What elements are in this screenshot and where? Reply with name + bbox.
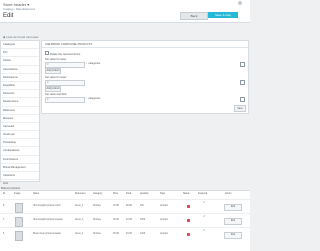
col-image: Image — [14, 193, 21, 195]
cell-final: 43.08 — [126, 233, 132, 235]
sidebar-item[interactable]: Brand Management — [1, 164, 39, 172]
cell-ref: demo_4 — [75, 233, 84, 235]
user-avatar-icon[interactable] — [238, 1, 242, 5]
cell-id: 5 — [3, 233, 5, 235]
panel-heading: ANE BRAND CARROUSEL PRODUCTS — [45, 43, 93, 46]
col-category[interactable]: Category — [93, 193, 102, 195]
col-action: Action — [225, 193, 232, 195]
sidebar-item[interactable]: Catalogue — [1, 41, 39, 50]
cell-price: 35.90 — [113, 233, 119, 235]
row-edit-button[interactable]: Edit — [224, 232, 242, 239]
sidebar-item[interactable]: Marques — [1, 115, 39, 123]
status-disabled-icon[interactable] — [187, 205, 190, 208]
col-reference[interactable]: Reference — [75, 193, 86, 195]
col-id[interactable]: ID — [3, 193, 5, 195]
sidebar-item[interactable]: Associations — [1, 66, 39, 74]
sidebar-item[interactable]: Fournisseurs — [1, 156, 39, 164]
cell-final: 43.08 — [126, 219, 132, 221]
row1-suffix: → categories — [85, 62, 101, 65]
cell-cat: Clothes — [93, 205, 101, 207]
top-header: Store header ▾ Catalog › Manufacturers E… — [0, 0, 250, 23]
cell-price: 35.90 — [113, 219, 119, 221]
row2-label: Set value for lower — [45, 76, 67, 79]
row-edit-button[interactable]: Edit — [224, 218, 242, 225]
table-row[interactable]: 8 Hummingbird printed t-shirt demo_1 Clothe… — [0, 199, 250, 214]
row1-edit-icon[interactable] — [240, 62, 245, 67]
rotate-option-label: Rotate the carrousel items — [50, 53, 81, 56]
product-thumbnail — [15, 231, 23, 241]
featured-check-icon[interactable]: ✔ — [203, 200, 206, 204]
sidebar-item[interactable]: Carrousel — [1, 123, 39, 132]
product-thumbnail — [15, 217, 23, 227]
table-row[interactable]: 7 Hummingbird printed sweater demo_3 Clothe… — [0, 213, 250, 228]
rotate-checkbox[interactable] — [45, 51, 49, 55]
table-row[interactable]: 5 Brown bear printed sweater demo_4 Clothes… — [0, 227, 250, 242]
cell-cat: Clothes — [93, 233, 101, 235]
col-name[interactable]: Name — [33, 193, 39, 195]
row2-edit-icon[interactable] — [240, 80, 245, 85]
sidebar-item[interactable]: Prestashop — [1, 139, 39, 148]
sidebar-item[interactable]: Vendu par — [1, 131, 39, 140]
sidebar-item[interactable]: Reference — [1, 107, 39, 115]
breadcrumb[interactable]: Catalog › Manufacturers — [3, 7, 35, 11]
row3-edit-icon[interactable] — [240, 97, 245, 102]
cell-tags: Contact — [160, 205, 168, 207]
rotate-option[interactable]: Rotate the carrousel items — [45, 51, 80, 56]
row-edit-button[interactable]: Edit — [224, 204, 242, 211]
products-table: ID Image Name Reference Category Price F… — [0, 190, 250, 251]
cell-price: 23.90 — [113, 205, 119, 207]
cell-ref: demo_3 — [75, 219, 84, 221]
status-disabled-icon[interactable] — [187, 219, 190, 222]
featured-check-icon[interactable]: ✔ — [203, 214, 206, 218]
page-title: Edit — [3, 13, 14, 19]
row3-field[interactable]: 0 — [45, 97, 85, 103]
cell-id: 7 — [3, 219, 5, 221]
sidebar-item[interactable]: Discounts — [1, 90, 39, 99]
panel-save-button[interactable]: Save — [234, 105, 246, 112]
col-final[interactable]: Final — [126, 193, 131, 195]
row3-label: Set value and field — [45, 93, 67, 96]
col-price[interactable]: Price — [113, 193, 118, 195]
module-sidebar: Catalogue Prix Stocks Associations Declinais… — [0, 40, 40, 213]
row1-label: Set value for lower — [45, 58, 67, 61]
cell-qty: 1200 — [140, 233, 146, 235]
cell-id: 8 — [3, 205, 5, 207]
sidebar-item[interactable]: Prix — [1, 49, 39, 58]
save-and-stay-button[interactable]: Save & stay — [208, 12, 238, 18]
tab-brand-carrousel[interactable]: ◆ Liste de brand carrousel — [3, 35, 38, 39]
cell-cat: Clothes — [93, 219, 101, 221]
cell-qty: 1200 — [140, 219, 146, 221]
sidebar-item[interactable]: Declinaisons — [1, 74, 39, 82]
cell-name: Hummingbird printed t-shirt — [33, 205, 61, 207]
cell-name: Brown bear printed sweater — [33, 233, 62, 235]
sidebar-item[interactable]: Combinaisons — [1, 147, 39, 156]
back-button[interactable]: Back — [180, 12, 208, 20]
cell-name: Hummingbird printed sweater — [33, 219, 63, 221]
row1-add-button[interactable]: Add product — [45, 68, 61, 74]
panel-divider — [42, 47, 248, 48]
row3-suffix: → categories — [85, 97, 101, 100]
cell-qty: 300 — [140, 205, 144, 207]
row2-add-button[interactable]: Add product — [45, 86, 61, 92]
sidebar-item[interactable]: Caracteris — [1, 172, 39, 181]
col-tags[interactable]: Tags — [160, 193, 165, 195]
status-disabled-icon[interactable] — [187, 233, 190, 236]
cell-ref: demo_1 — [75, 205, 84, 207]
cell-tags: Contact — [160, 219, 168, 221]
sidebar-item[interactable]: Reassurance — [1, 98, 39, 107]
product-thumbnail — [15, 203, 23, 213]
featured-check-icon[interactable]: ✔ — [203, 228, 206, 232]
col-quantity[interactable]: Quantity — [140, 193, 149, 195]
sidebar-item[interactable]: Expedition — [1, 82, 39, 91]
col-status[interactable]: Status — [183, 193, 190, 195]
cell-tags: Contact — [160, 233, 168, 235]
col-featured[interactable]: Featured — [198, 193, 207, 195]
cell-final: 28.68 — [126, 205, 132, 207]
sidebar-item[interactable]: Stocks — [1, 57, 39, 66]
brand-carrousel-panel: ANE BRAND CARROUSEL PRODUCTS Rotate the … — [41, 40, 249, 114]
